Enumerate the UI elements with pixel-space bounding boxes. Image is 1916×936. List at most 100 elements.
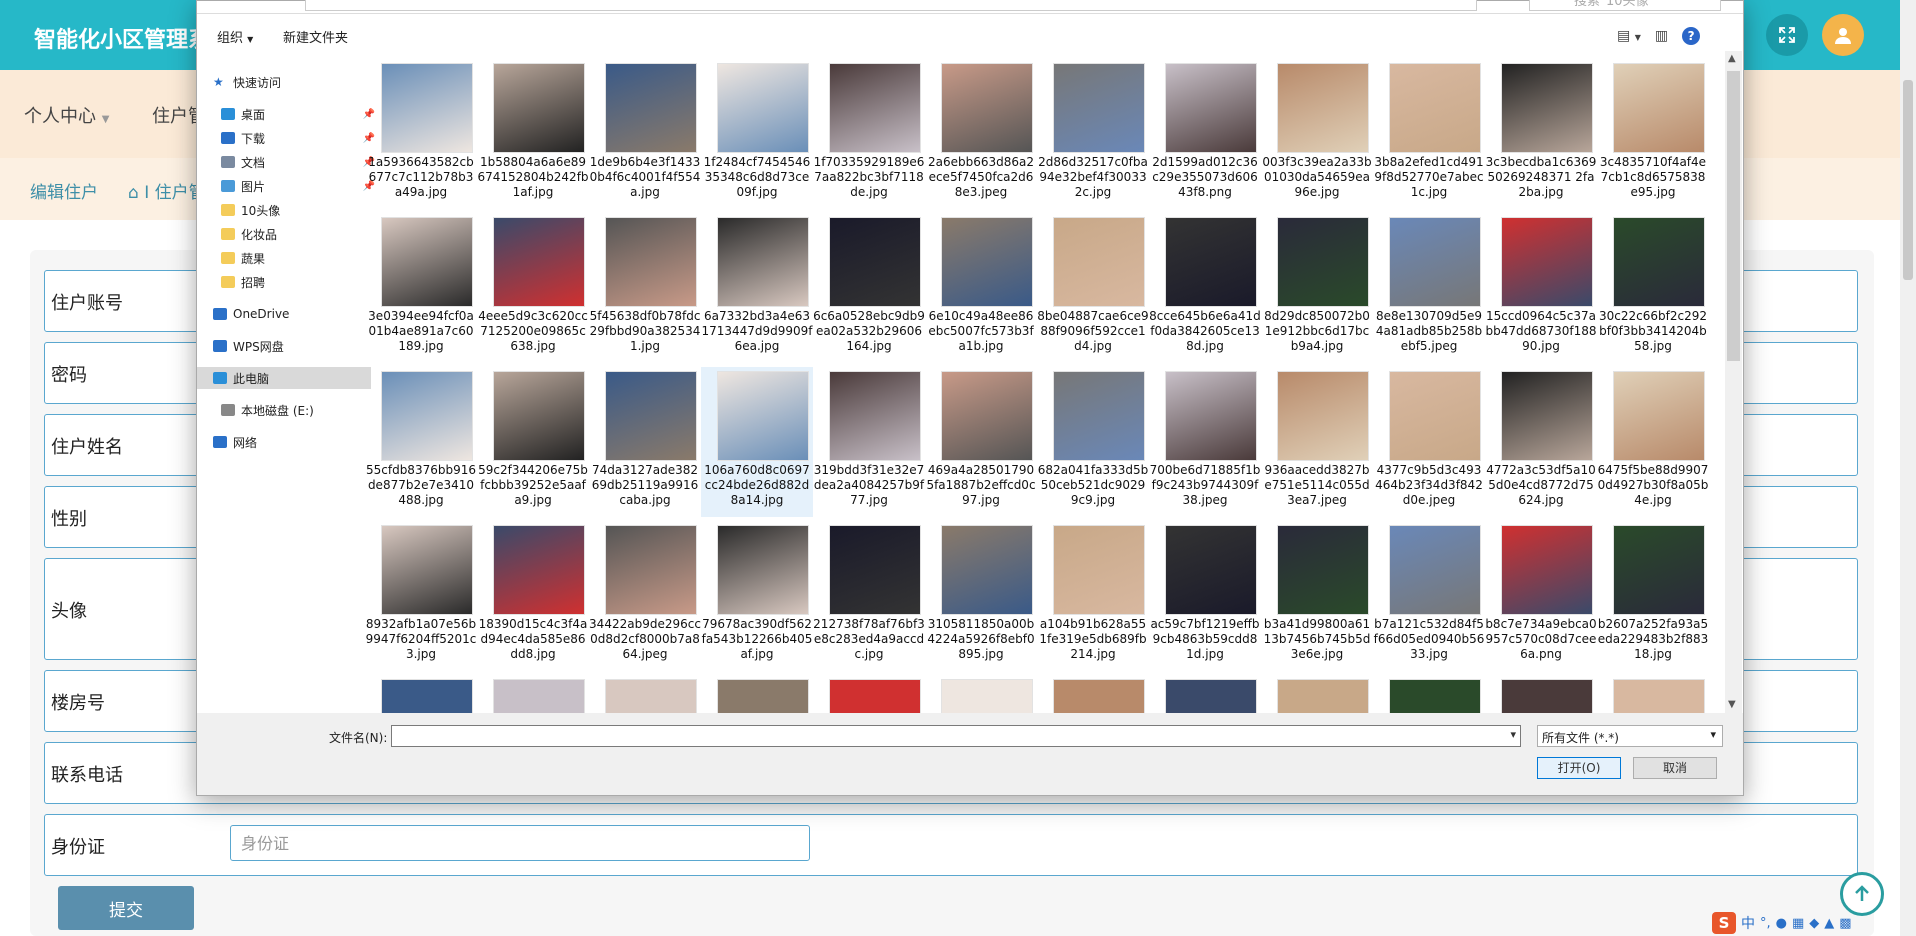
punctuation-icon[interactable]: °, xyxy=(1760,916,1771,931)
file-thumbnail[interactable]: 74da3127ade38269db25119a9916caba.jpg xyxy=(589,367,701,517)
nav-pane-item[interactable]: 文档 📌 xyxy=(197,151,379,173)
image-thumbnail[interactable] xyxy=(493,679,585,713)
fullscreen-button[interactable] xyxy=(1766,14,1808,56)
image-thumbnail[interactable] xyxy=(605,679,697,713)
scroll-to-top-button[interactable] xyxy=(1840,872,1884,916)
image-thumbnail[interactable] xyxy=(717,679,809,713)
file-thumbnail[interactable]: 2d1599ad012c36c29e355073d60643f8.png xyxy=(1149,59,1261,209)
nav-pane-item[interactable]: OneDrive xyxy=(197,303,371,325)
file-thumbnail[interactable]: 212738f78af76bf3e8c283ed4a9accdc.jpg xyxy=(813,521,925,671)
file-thumbnail[interactable]: 15ccd0964c5c37abb47dd68730f18890.jpg xyxy=(1485,213,1597,363)
file-thumbnail[interactable]: 6475f5be88d99070d4927b30f8a05b4e.jpg xyxy=(1597,367,1709,517)
file-thumbnail[interactable]: 1b58804a6a6e89674152804b242fb1af.jpg xyxy=(477,59,589,209)
file-thumbnail[interactable]: 6c6a0528ebc9db9ea02a532b29606164.jpg xyxy=(813,213,925,363)
file-thumbnail[interactable]: b7a121c532d84f5f66d05ed0940b5633.jpg xyxy=(1373,521,1485,671)
nav-pane-item[interactable]: 化妆品 xyxy=(197,223,379,245)
image-thumbnail[interactable] xyxy=(941,679,1033,713)
nav-pane-item[interactable]: 下载 📌 xyxy=(197,127,379,149)
nav-pane-item[interactable]: 图片 📌 xyxy=(197,175,379,197)
ime-mode[interactable]: 中 xyxy=(1741,913,1755,933)
image-thumbnail[interactable] xyxy=(1165,679,1257,713)
file-thumbnail[interactable]: 34422ab9de296cc0d8d2cf8000b7a864.jpeg xyxy=(589,521,701,671)
user-avatar-button[interactable] xyxy=(1822,14,1864,56)
file-thumbnail[interactable]: 319bdd3f31e32e7dea2a4084257b9f77.jpg xyxy=(813,367,925,517)
preview-pane-icon[interactable]: ▥ xyxy=(1655,28,1668,44)
nav-pane-item[interactable]: 本地磁盘 (E:) xyxy=(197,399,379,421)
scroll-down-arrow-icon[interactable]: ▼ xyxy=(1728,699,1736,710)
file-thumbnail[interactable]: 106a760d8c0697cc24bde26d882d8a14.jpg xyxy=(701,367,813,517)
file-thumbnail[interactable]: ac59c7bf1219effb9cb4863b59cdd81d.jpg xyxy=(1149,521,1261,671)
file-thumbnail[interactable]: 8d29dc850072b01e912bbc6d17bcb9a4.jpg xyxy=(1261,213,1373,363)
image-thumbnail[interactable] xyxy=(381,679,473,713)
file-thumbnail[interactable]: 8e8e130709d5e94a81adb85b258bebf5.jpeg xyxy=(1373,213,1485,363)
open-button[interactable]: 打开(O) xyxy=(1537,757,1621,779)
nav-item-personal-center[interactable]: 个人中心 ▼ xyxy=(24,102,109,128)
file-thumbnail[interactable]: 4772a3c53df5a105d0e4cd8772d75624.jpg xyxy=(1485,367,1597,517)
file-thumbnail[interactable]: 8932afb1a07e56b9947f6204ff5201c3.jpg xyxy=(365,521,477,671)
file-thumbnail[interactable]: 3c3becdba1c636950269248371 2fa2ba.jpg xyxy=(1485,59,1597,209)
submit-button[interactable]: 提交 xyxy=(58,886,194,930)
file-thumbnail[interactable]: 6e10c49a48ee86ebc5007fc573b3fa1b.jpg xyxy=(925,213,1037,363)
file-thumbnail[interactable]: 700be6d71885f1bf9c243b9744309f38.jpeg xyxy=(1149,367,1261,517)
file-thumbnail[interactable]: 2d86d32517c0fba94e32bef4f300332c.jpg xyxy=(1037,59,1149,209)
file-thumbnail[interactable]: 3c4835710f4af4e7cb1c8d6575838e95.jpg xyxy=(1597,59,1709,209)
file-thumbnail[interactable]: 936aacedd3827be751e5114c055d3ea7.jpeg xyxy=(1261,367,1373,517)
file-thumbnail[interactable]: b3a41d99800a6113b7456b745b5d3e6e.jpg xyxy=(1261,521,1373,671)
file-thumbnail[interactable]: b8c7e734a9ebca0957c570c08d7cee6a.png xyxy=(1485,521,1597,671)
grid-menu-icon[interactable]: ▩ xyxy=(1839,916,1851,931)
skin-icon[interactable]: ◆ xyxy=(1809,916,1819,931)
nav-pane-item[interactable]: 蔬果 xyxy=(197,247,379,269)
nav-pane-item[interactable]: ★ 快速访问 xyxy=(197,71,371,93)
nav-pane-item[interactable]: WPS网盘 xyxy=(197,335,371,357)
image-thumbnail[interactable] xyxy=(1501,679,1593,713)
page-scrollbar-thumb[interactable] xyxy=(1903,80,1913,280)
microphone-icon[interactable]: ● xyxy=(1776,916,1787,931)
keyboard-icon[interactable]: ▦ xyxy=(1792,916,1804,931)
cancel-button[interactable]: 取消 xyxy=(1633,757,1717,779)
image-thumbnail[interactable] xyxy=(1613,679,1705,713)
chevron-down-icon[interactable]: ▾ xyxy=(1510,728,1516,741)
file-thumbnail[interactable]: 1a5936643582cb677c7c112b78b3a49a.jpg xyxy=(365,59,477,209)
breadcrumb-home[interactable]: ⌂ I 住户管 xyxy=(128,178,206,203)
new-folder-button[interactable]: 新建文件夹 xyxy=(283,27,348,46)
filename-input[interactable]: ▾ xyxy=(391,725,1521,747)
scroll-up-arrow-icon[interactable]: ▲ xyxy=(1728,53,1736,64)
file-thumbnail[interactable]: 18390d15c4c3f4ad94ec4da585e86dd8.jpg xyxy=(477,521,589,671)
search-box[interactable]: 搜索"10头像" xyxy=(1529,0,1721,11)
help-icon[interactable]: ? xyxy=(1682,27,1701,45)
image-thumbnail[interactable] xyxy=(829,679,921,713)
nav-pane-item[interactable]: 招聘 xyxy=(197,271,379,293)
file-thumbnail[interactable]: 2a6ebb663d86a2ece5f7450fca2d68e3.jpeg xyxy=(925,59,1037,209)
file-thumbnail[interactable]: b2607a252fa93a5eda229483b2f88318.jpg xyxy=(1597,521,1709,671)
file-grid-scrollbar[interactable]: ▲ ▼ xyxy=(1725,51,1742,713)
file-thumbnail[interactable]: 8be04887cae6ce988f9096f592cce1d4.jpg xyxy=(1037,213,1149,363)
file-thumbnail[interactable]: 55cfdb8376bb916de877b2e7e3410488.jpg xyxy=(365,367,477,517)
file-thumbnail[interactable]: 3105811850a00b4224a5926f8ebf0895.jpg xyxy=(925,521,1037,671)
id-card-input[interactable] xyxy=(230,825,810,861)
file-thumbnail[interactable]: a104b91b628a551fe319e5db689fb214.jpg xyxy=(1037,521,1149,671)
file-thumbnail[interactable]: 59c2f344206e75bfcbbb39252e5aafa9.jpg xyxy=(477,367,589,517)
file-thumbnail[interactable]: 79678ac390df562fa543b12266b405af.jpg xyxy=(701,521,813,671)
file-thumbnail[interactable]: 003f3c39ea2a33b01030da54659ea96e.jpg xyxy=(1261,59,1373,209)
nav-pane-item[interactable]: 网络 xyxy=(197,431,371,453)
file-thumbnail[interactable]: 5f45638df0b78fdc29fbbd90a3825341.jpg xyxy=(589,213,701,363)
file-grid-scrollbar-thumb[interactable] xyxy=(1727,71,1740,361)
ime-toolbar[interactable]: S 中 °, ● ▦ ◆ ▲ ▩ xyxy=(1712,912,1852,934)
view-mode-icon[interactable]: ▤ ▼ xyxy=(1617,28,1641,44)
file-thumbnail[interactable]: 6a7332bd3a4e631713447d9d9909f6ea.jpg xyxy=(701,213,813,363)
image-thumbnail[interactable] xyxy=(1053,679,1145,713)
address-bar[interactable] xyxy=(305,0,1477,11)
file-thumbnail[interactable]: 469a4a285017905fa1887b2effcd0c97.jpg xyxy=(925,367,1037,517)
file-thumbnail[interactable]: 3b8a2efed1cd4919f8d52770e7abec1c.jpg xyxy=(1373,59,1485,209)
nav-pane-item[interactable]: 桌面 📌 xyxy=(197,103,379,125)
file-thumbnail[interactable]: 1de9b6b4e3f14330b4f6c4001f4f554a.jpg xyxy=(589,59,701,209)
file-thumbnail[interactable]: 3e0394ee94fcf0a01b4ae891a7c60189.jpg xyxy=(365,213,477,363)
image-thumbnail[interactable] xyxy=(1277,679,1369,713)
file-thumbnail[interactable]: 682a041fa333d5b50ceb521dc90299c9.jpg xyxy=(1037,367,1149,517)
nav-pane-item[interactable]: 此电脑 xyxy=(197,367,371,389)
file-type-select[interactable]: 所有文件 (*.*) ▾ xyxy=(1537,725,1723,747)
file-thumbnail[interactable]: 30c22c66bf2c292bf0f3bb3414204b58.jpg xyxy=(1597,213,1709,363)
file-thumbnail[interactable]: 8cce645b6e6a41df0da3842605ce138d.jpg xyxy=(1149,213,1261,363)
image-thumbnail[interactable] xyxy=(1389,679,1481,713)
organize-button[interactable]: 组织 ▼ xyxy=(217,27,253,46)
